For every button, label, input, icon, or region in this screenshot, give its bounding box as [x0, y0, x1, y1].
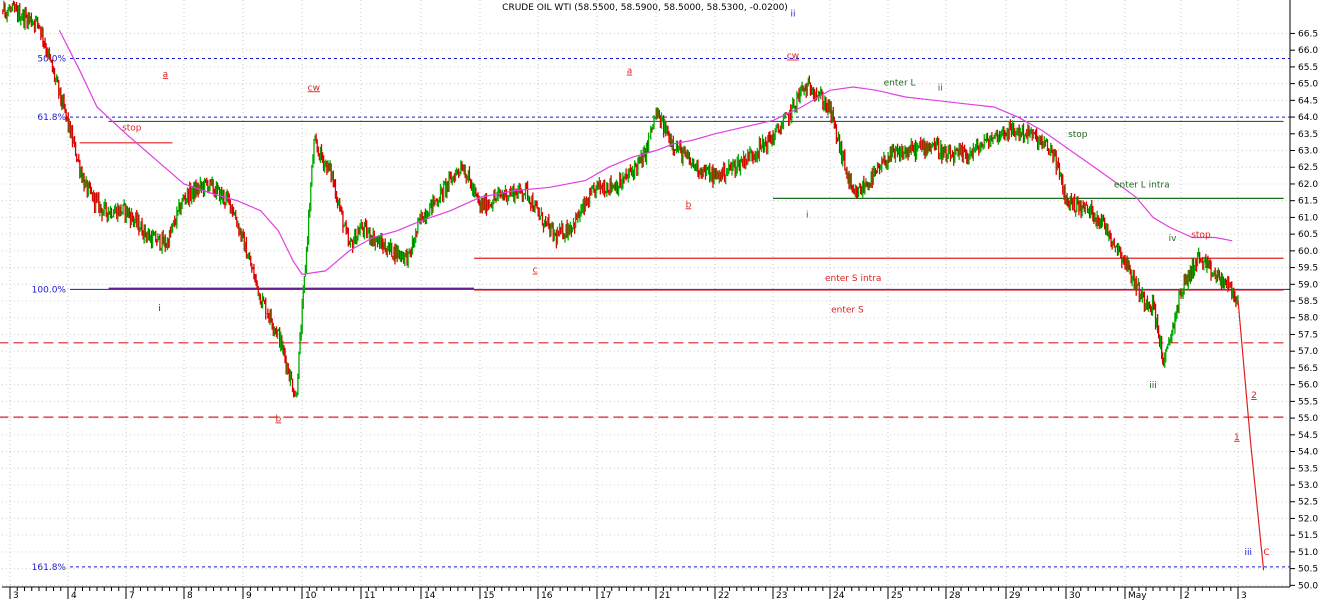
- annotation-label: c: [533, 266, 538, 276]
- y-tick-label: 61.5: [1298, 197, 1318, 207]
- chart: CRUDE OIL WTI (58.5500, 58.5900, 58.5000…: [0, 0, 1332, 601]
- annotation-label: cw: [787, 52, 799, 62]
- y-tick-label: 60.0: [1298, 247, 1318, 257]
- x-tick-label: 22: [718, 591, 729, 601]
- x-tick-label: 10: [305, 591, 317, 601]
- y-tick-label: 60.5: [1298, 230, 1318, 240]
- x-tick-label: 30: [1069, 591, 1081, 601]
- annotation-label: stop: [1191, 230, 1211, 240]
- y-tick-label: 52.0: [1298, 514, 1318, 524]
- y-tick-label: 64.0: [1298, 113, 1318, 123]
- x-tick-label: May: [1128, 591, 1147, 601]
- y-tick-label: 53.0: [1298, 481, 1318, 491]
- x-tick-label: 29: [1009, 591, 1021, 601]
- y-tick-label: 55.5: [1298, 397, 1318, 407]
- x-tick-label: 28: [949, 591, 961, 601]
- y-tick-label: 63.5: [1298, 130, 1318, 140]
- annotation-label: stop: [122, 123, 142, 133]
- y-tick-label: 50.5: [1298, 565, 1318, 575]
- annotation-label: 1: [1234, 433, 1240, 443]
- x-tick-label: 3: [13, 591, 19, 601]
- x-tick-label: 2: [1184, 591, 1190, 601]
- annotation-label: iii: [1149, 381, 1157, 391]
- x-tick-label: 14: [424, 591, 436, 601]
- annotation-label: iii: [1245, 548, 1253, 558]
- y-tick-label: 56.0: [1298, 381, 1318, 391]
- y-tick-label: 58.5: [1298, 297, 1318, 307]
- annotation-label: b: [686, 200, 692, 210]
- annotation-label: 2: [1251, 391, 1257, 401]
- y-tick-label: 57.5: [1298, 330, 1318, 340]
- x-tick-label: 17: [600, 591, 611, 601]
- annotation-label: stop: [1068, 130, 1088, 140]
- x-tick-label: 11: [364, 591, 375, 601]
- fib-level-label: 61.8%: [37, 113, 66, 123]
- y-tick-label: 50.0: [1298, 581, 1318, 591]
- y-tick-label: 62.0: [1298, 180, 1318, 190]
- annotation-label: i: [806, 210, 809, 220]
- x-tick-label: 3: [1241, 591, 1247, 601]
- annotation-label: iv: [1169, 234, 1178, 244]
- annotation-label: cw: [308, 83, 320, 93]
- annotation-label: i: [158, 304, 161, 314]
- y-tick-label: 61.0: [1298, 213, 1318, 223]
- annotation-label: enter S intra: [825, 274, 881, 284]
- annotation-label: ii: [938, 83, 943, 93]
- fib-level-label: 161.8%: [32, 563, 67, 573]
- y-tick-label: 66.0: [1298, 46, 1318, 56]
- x-tick-label: 21: [659, 591, 670, 601]
- fib-level-label: 100.0%: [32, 285, 67, 295]
- y-axis: 50.0 50.5 51.0 51.5 52.0 52.5 53.0 53.5 54.0 54.5…: [1289, 0, 1318, 591]
- x-axis: 3 4 7 8 9 10 11 14 15 16 17 21 22 23 24 25 28 29 30 May 2 3: [2, 586, 1290, 601]
- grid: [2, 0, 1290, 587]
- annotation-label: enter S: [831, 306, 864, 316]
- chart-title: CRUDE OIL WTI (58.5500, 58.5900, 58.5000…: [502, 3, 788, 13]
- candles: [2, 0, 1239, 398]
- y-tick-label: 55.0: [1298, 414, 1318, 424]
- x-tick-label: 24: [833, 591, 845, 601]
- x-tick-label: 23: [776, 591, 787, 601]
- x-tick-label: 25: [891, 591, 902, 601]
- y-tick-label: 51.5: [1298, 531, 1318, 541]
- x-tick-label: 15: [483, 591, 494, 601]
- annotation-label: a: [627, 67, 633, 77]
- y-tick-label: 53.5: [1298, 464, 1318, 474]
- x-tick-label: 16: [541, 591, 553, 601]
- annotation-label: b: [276, 414, 282, 424]
- annotation-label: enter L: [884, 78, 916, 88]
- annotation-label: ii: [790, 10, 795, 20]
- y-tick-label: 54.5: [1298, 431, 1318, 441]
- y-tick-label: 59.0: [1298, 280, 1318, 290]
- y-tick-label: 64.5: [1298, 96, 1318, 106]
- y-tick-label: 58.0: [1298, 314, 1318, 324]
- y-tick-label: 65.0: [1298, 80, 1318, 90]
- y-tick-label: 57.0: [1298, 347, 1318, 357]
- x-tick-label: 7: [129, 591, 135, 601]
- annotation-label: C: [1263, 548, 1269, 558]
- y-tick-label: 65.5: [1298, 63, 1318, 73]
- fib-levels: 50.0%61.8%100.0%161.8%: [32, 55, 1290, 573]
- y-tick-label: 62.5: [1298, 163, 1318, 173]
- x-tick-label: 8: [187, 591, 193, 601]
- annotation-label: a: [163, 70, 169, 80]
- y-tick-label: 54.0: [1298, 448, 1318, 458]
- y-tick-label: 56.5: [1298, 364, 1318, 374]
- y-tick-label: 51.0: [1298, 548, 1318, 558]
- y-tick-label: 59.5: [1298, 264, 1318, 274]
- y-tick-label: 52.5: [1298, 498, 1318, 508]
- y-tick-label: 63.0: [1298, 147, 1318, 157]
- chart-svg: CRUDE OIL WTI (58.5500, 58.5900, 58.5000…: [0, 0, 1318, 601]
- y-tick-label: 66.5: [1298, 29, 1318, 39]
- annotation-label: enter L intra: [1114, 180, 1170, 190]
- x-tick-label: 4: [71, 591, 77, 601]
- x-tick-label: 9: [246, 591, 252, 601]
